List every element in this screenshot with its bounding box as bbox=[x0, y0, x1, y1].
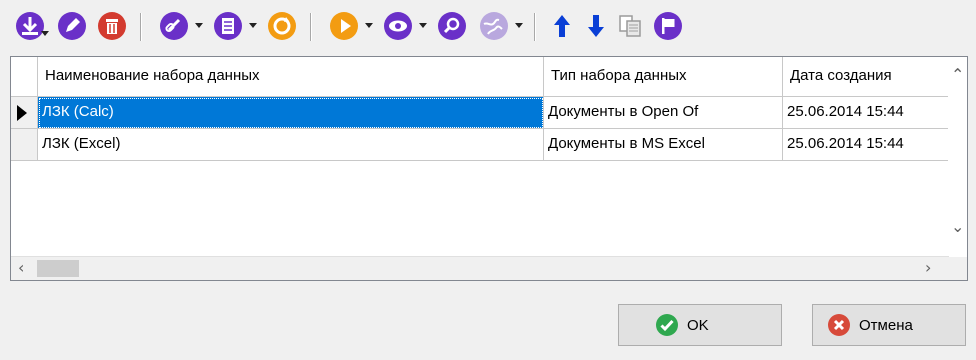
scrollbar-corner bbox=[948, 257, 967, 280]
scroll-down-icon[interactable]: ⌄ bbox=[951, 219, 964, 235]
toolbar bbox=[0, 0, 976, 56]
toolbar-separator bbox=[140, 13, 142, 41]
ok-button[interactable]: OK bbox=[618, 304, 782, 346]
scroll-up-icon[interactable]: ⌃ bbox=[951, 67, 964, 83]
play-icon[interactable] bbox=[328, 10, 360, 42]
edit-icon[interactable] bbox=[56, 10, 88, 42]
column-header-type[interactable]: Тип набора данных bbox=[544, 57, 783, 97]
cell-type[interactable]: Документы в Open Of bbox=[544, 97, 783, 129]
copy-icon[interactable] bbox=[614, 10, 646, 42]
column-header-name[interactable]: Наименование набора данных bbox=[38, 57, 544, 97]
move-up-icon[interactable] bbox=[546, 10, 578, 42]
cell-date[interactable]: 25.06.2014 15:44 bbox=[783, 97, 949, 129]
cell-name[interactable]: ЛЗК (Calc) bbox=[38, 97, 544, 129]
column-header-date[interactable]: Дата создания bbox=[783, 57, 949, 97]
table-row[interactable]: ЛЗК (Excel) Документы в MS Excel 25.06.2… bbox=[11, 129, 949, 161]
flag-icon[interactable] bbox=[652, 10, 684, 42]
row-indicator-header bbox=[11, 57, 38, 97]
horizontal-scroll-thumb[interactable] bbox=[37, 260, 79, 277]
toolbar-separator bbox=[534, 13, 536, 41]
cancel-icon bbox=[827, 313, 851, 337]
play-dropdown-icon[interactable] bbox=[364, 22, 374, 30]
globe-dropdown-icon[interactable] bbox=[514, 22, 524, 30]
globe-icon[interactable] bbox=[478, 10, 510, 42]
move-down-icon[interactable] bbox=[580, 10, 612, 42]
cancel-label: Отмена bbox=[859, 316, 913, 334]
current-row-arrow-icon bbox=[17, 105, 27, 121]
check-icon bbox=[655, 313, 679, 337]
table-row[interactable]: ЛЗК (Calc) Документы в Open Of 25.06.201… bbox=[11, 97, 949, 129]
download-dropdown-icon[interactable] bbox=[40, 30, 50, 38]
view-dropdown-icon[interactable] bbox=[418, 22, 428, 30]
vertical-scrollbar[interactable]: ⌃ ⌄ bbox=[948, 57, 967, 257]
row-indicator bbox=[11, 129, 38, 161]
list-dropdown-icon[interactable] bbox=[248, 22, 258, 30]
toolbar-separator bbox=[310, 13, 312, 41]
refresh-icon[interactable] bbox=[266, 10, 298, 42]
scroll-right-icon[interactable]: › bbox=[925, 260, 931, 276]
link-icon[interactable] bbox=[158, 10, 190, 42]
scroll-left-icon[interactable]: ‹ bbox=[18, 260, 24, 276]
delete-icon[interactable] bbox=[96, 10, 128, 42]
cell-date[interactable]: 25.06.2014 15:44 bbox=[783, 129, 949, 161]
cancel-button[interactable]: Отмена bbox=[812, 304, 966, 346]
data-grid: Наименование набора данных Тип набора да… bbox=[10, 56, 968, 281]
list-icon[interactable] bbox=[212, 10, 244, 42]
cell-type[interactable]: Документы в MS Excel bbox=[544, 129, 783, 161]
row-indicator bbox=[11, 97, 38, 129]
cell-name[interactable]: ЛЗК (Excel) bbox=[38, 129, 544, 161]
link-dropdown-icon[interactable] bbox=[194, 22, 204, 30]
ok-label: OK bbox=[687, 316, 709, 334]
horizontal-scrollbar[interactable]: ‹ › bbox=[11, 256, 949, 280]
search-icon[interactable] bbox=[436, 10, 468, 42]
grid-header: Наименование набора данных Тип набора да… bbox=[11, 57, 949, 97]
view-icon[interactable] bbox=[382, 10, 414, 42]
